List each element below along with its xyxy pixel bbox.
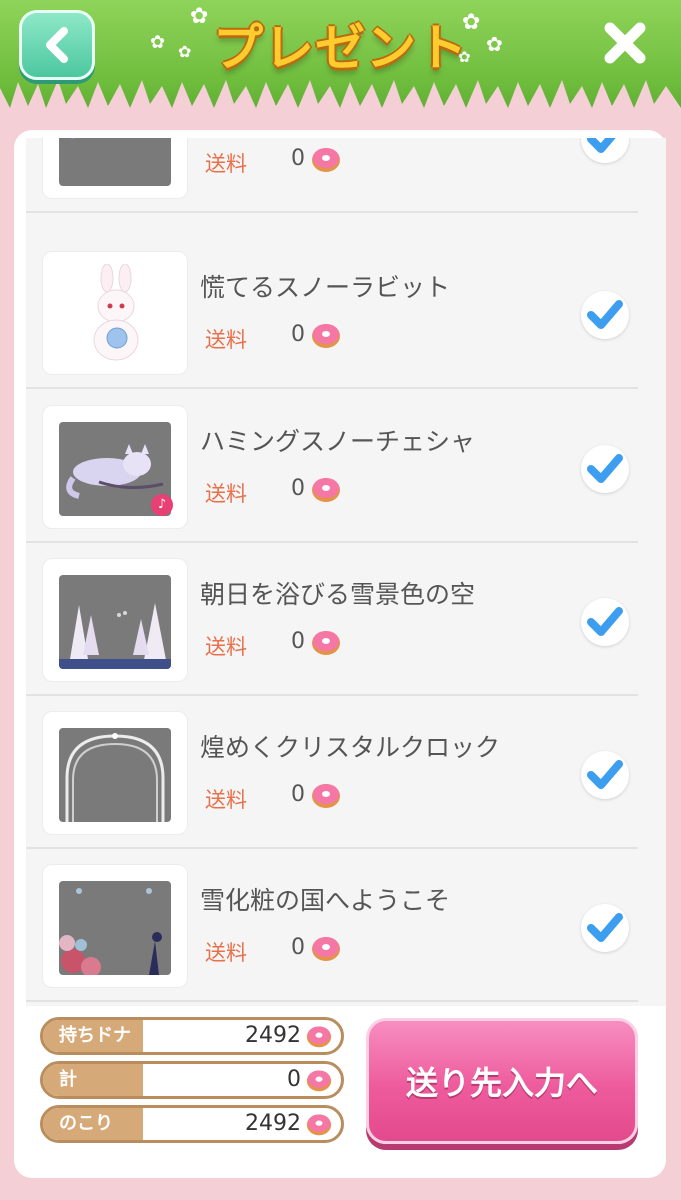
list-item[interactable]: 煌めくクリスタルクロック 送料 0 (26, 696, 638, 849)
item-name: 朝日を浴びる雪景色の空 (200, 580, 476, 609)
item-thumbnail (42, 558, 188, 682)
check-icon (587, 138, 616, 153)
total-value: 0 (287, 1067, 301, 1092)
list-item[interactable]: 雪化粧の国へようこそ 送料 0 (26, 849, 638, 1002)
list-item[interactable]: ♪ ハミングスノーチェシャ 送料 0 (26, 390, 638, 543)
shipping-label: 送料 (205, 328, 247, 352)
selected-checkbox[interactable] (581, 445, 629, 493)
owned-label: 持ちドナ (43, 1020, 143, 1052)
selected-checkbox[interactable] (581, 598, 629, 646)
selected-checkbox[interactable] (581, 904, 629, 952)
header-bar: ✿ ✿ ✿ ✿ ✿ ✿ プレゼント (0, 0, 681, 120)
shipping-value: 0 (291, 146, 305, 171)
list-item[interactable]: 慌てるスノーラビット 送料 0 (26, 236, 638, 389)
remaining-value: 2492 (245, 1111, 301, 1136)
shipping-value: 0 (291, 782, 305, 807)
owned-donuts-row: 持ちドナ 2492 (40, 1017, 344, 1055)
item-name: 雪化粧の国へようこそ (200, 886, 451, 915)
shipping-label: 送料 (205, 152, 247, 176)
check-icon (587, 760, 623, 789)
snowy-trees-image (59, 603, 171, 669)
selected-checkbox[interactable] (581, 751, 629, 799)
list-item[interactable]: 朝日を浴びる雪景色の空 送料 0 (26, 543, 638, 696)
shipping-value: 0 (291, 476, 305, 501)
shipping-label: 送料 (205, 482, 247, 506)
list-item[interactable]: 送料 0 (26, 138, 638, 213)
proceed-to-address-button[interactable]: 送り先入力へ (366, 1018, 638, 1144)
close-icon[interactable] (602, 20, 648, 66)
donut-icon (312, 478, 340, 502)
donut-icon (312, 784, 340, 808)
selected-checkbox[interactable] (581, 291, 629, 339)
item-name: 慌てるスノーラビット (200, 273, 451, 302)
item-thumbnail: ♪ (42, 405, 188, 529)
check-icon (587, 454, 623, 483)
item-image (59, 881, 171, 975)
donut-icon (306, 1070, 332, 1092)
item-name: ハミングスノーチェシャ (200, 427, 476, 456)
shipping-value: 0 (291, 629, 305, 654)
remaining-label: のこり (43, 1108, 143, 1140)
selected-checkbox[interactable] (581, 138, 629, 163)
item-thumbnail (42, 138, 188, 199)
check-icon (587, 607, 623, 636)
shipping-value: 0 (291, 322, 305, 347)
item-thumbnail (42, 864, 188, 988)
music-note-icon: ♪ (151, 494, 173, 516)
donut-icon (312, 937, 340, 961)
grass-decoration (0, 80, 681, 120)
shipping-label: 送料 (205, 635, 247, 659)
remaining-row: のこり 2492 (40, 1105, 344, 1143)
check-icon (587, 300, 623, 329)
item-list[interactable]: 送料 0 慌てるスノーラビット 送料 0 ♪ ハミングスノーチェシャ 送料 0 … (26, 138, 666, 1006)
donut-icon (306, 1114, 332, 1136)
snow-rabbit-image (93, 264, 139, 361)
shipping-label: 送料 (205, 941, 247, 965)
item-image (59, 728, 171, 822)
item-thumbnail (42, 711, 188, 835)
total-row: 計 0 (40, 1061, 344, 1099)
item-thumbnail (42, 251, 188, 375)
shipping-value: 0 (291, 935, 305, 960)
item-image (59, 138, 171, 186)
item-image (59, 575, 171, 669)
donut-icon (312, 324, 340, 348)
check-icon (587, 913, 623, 942)
item-name: 煌めくクリスタルクロック (200, 733, 501, 762)
shipping-label: 送料 (205, 788, 247, 812)
crystal-clock-image (65, 733, 165, 822)
donut-icon (306, 1026, 332, 1048)
total-label: 計 (43, 1064, 143, 1096)
snow-frame-image (59, 888, 162, 975)
donut-icon (312, 148, 340, 172)
owned-value: 2492 (245, 1023, 301, 1048)
donut-icon (312, 631, 340, 655)
page-title: プレゼント (213, 19, 468, 77)
